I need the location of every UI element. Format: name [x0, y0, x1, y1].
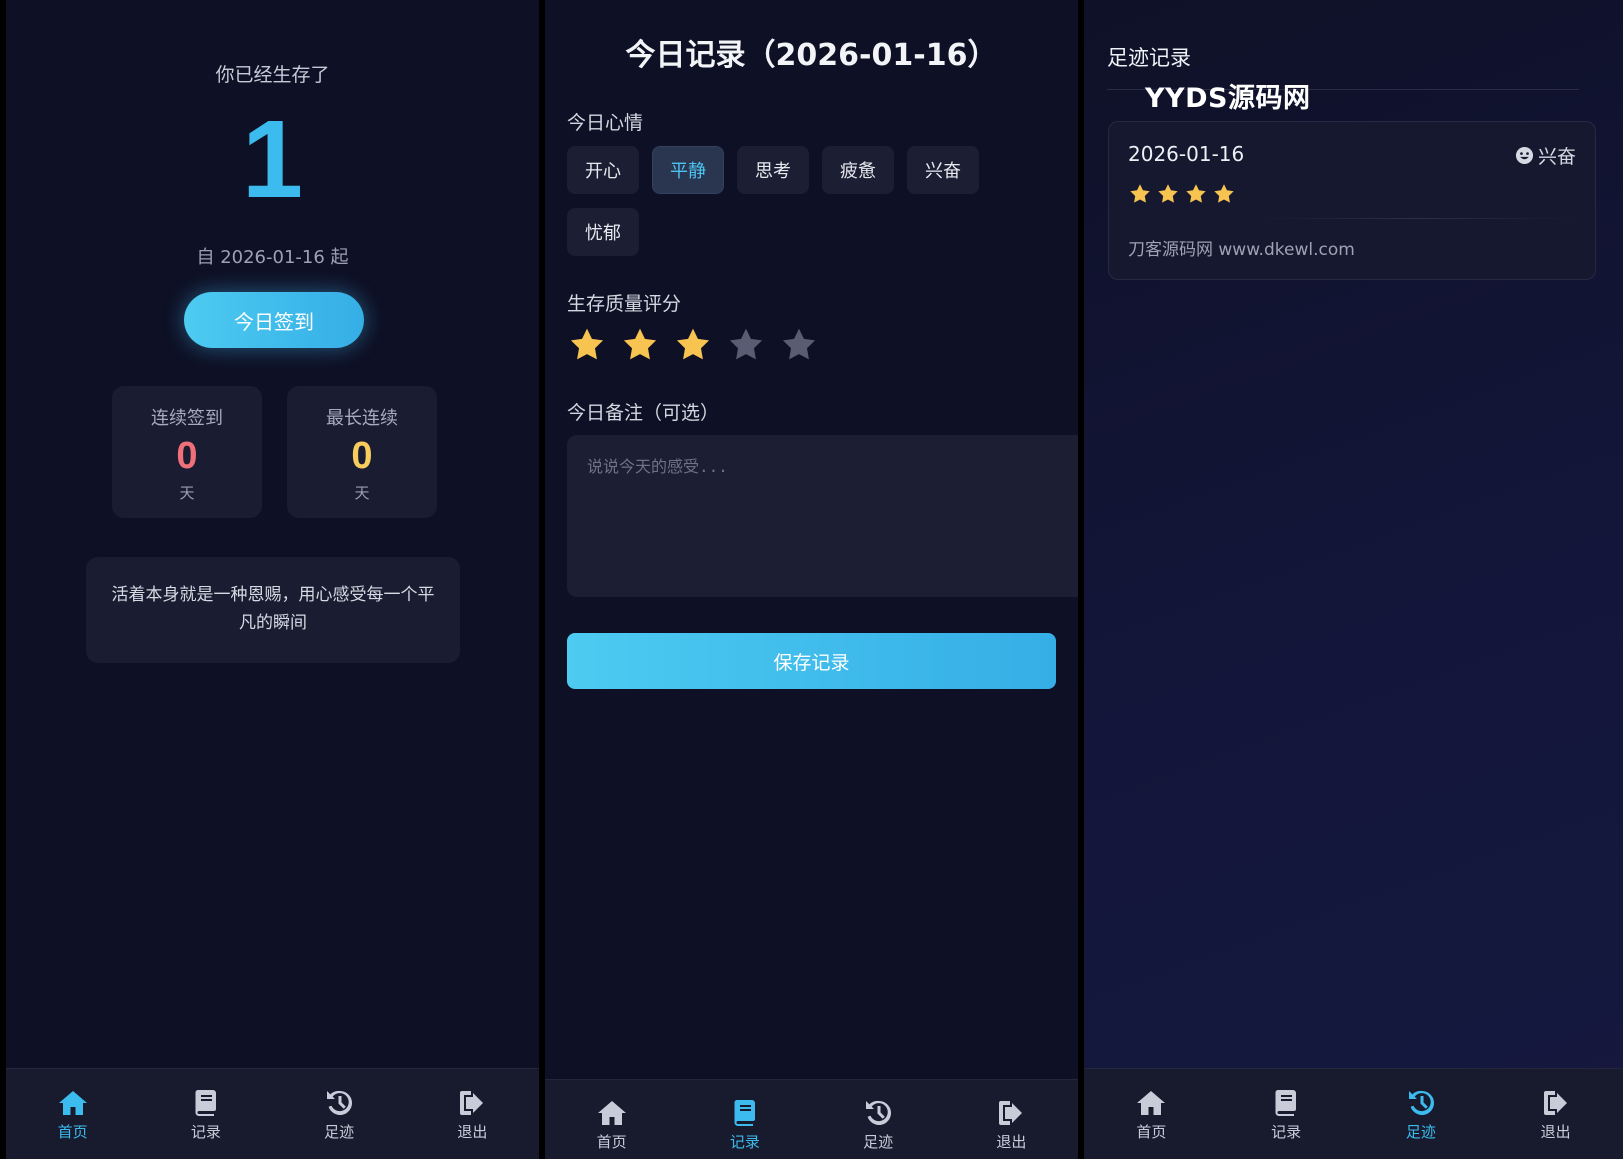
- nav-item-footprints[interactable]: 足迹: [1354, 1069, 1489, 1159]
- star-filled-icon[interactable]: [673, 325, 713, 365]
- nav-item-record[interactable]: 记录: [1219, 1069, 1354, 1159]
- nav-item-home[interactable]: 首页: [545, 1080, 678, 1159]
- longest-streak-unit: 天: [354, 483, 370, 502]
- book-icon: [195, 1090, 216, 1116]
- history-icon: [866, 1100, 892, 1125]
- page-title: 足迹记录: [1107, 46, 1191, 70]
- star-filled-icon: [1186, 184, 1206, 203]
- bottom-nav: 首页 记录 足迹 退出: [545, 1079, 1078, 1159]
- mood-option[interactable]: 平静: [652, 146, 724, 194]
- home-screen: 你已经生存了 1 自 2026-01-16 起 今日签到 连续签到 0 天 最长…: [6, 0, 539, 1159]
- nav-item-label: 退出: [457, 1123, 488, 1141]
- watermark-text: YYDS源码网: [1145, 83, 1311, 114]
- mood-option[interactable]: 疲惫: [822, 146, 894, 194]
- star-filled-icon: [1130, 184, 1150, 203]
- since-date: 自 2026-01-16 起: [196, 247, 349, 268]
- entry-mood-label: 兴奋: [1537, 146, 1576, 168]
- entry-rating-stars: [1128, 182, 1240, 206]
- survival-days-count: 1: [241, 98, 304, 221]
- rating-stars: [567, 325, 832, 365]
- home-icon: [597, 1101, 626, 1125]
- page-title: 今日记录（2026-01-16）: [625, 38, 998, 73]
- nav-item-label: 首页: [1136, 1123, 1167, 1141]
- nav-item-label: 退出: [1540, 1123, 1571, 1141]
- longest-streak-card: 最长连续 0 天: [287, 386, 437, 518]
- nav-item-logout[interactable]: 退出: [406, 1069, 539, 1159]
- checkin-button[interactable]: 今日签到: [184, 292, 364, 348]
- note-section-label: 今日备注（可选）: [567, 402, 720, 424]
- nav-item-logout[interactable]: 退出: [945, 1080, 1078, 1159]
- mood-options: 开心 平静 思考 疲惫 兴奋忧郁: [567, 146, 997, 270]
- rating-section-label: 生存质量评分: [567, 293, 682, 315]
- star-empty-icon[interactable]: [726, 325, 766, 365]
- logout-icon: [1543, 1091, 1567, 1115]
- star-empty-icon[interactable]: [779, 325, 819, 365]
- footprints-screen: 足迹记录 YYDS源码网 2026-01-16 兴奋 刀客源码网 www.dke…: [1084, 0, 1623, 1159]
- nav-item-label: 首页: [596, 1133, 627, 1151]
- mood-section-label: 今日心情: [567, 112, 644, 134]
- nav-item-home[interactable]: 首页: [6, 1069, 139, 1159]
- nav-item-record[interactable]: 记录: [678, 1080, 811, 1159]
- star-filled-icon: [1158, 184, 1178, 203]
- star-filled-icon[interactable]: [620, 325, 660, 365]
- quote-card: 活着本身就是一种恩赐，用心感受每一个平凡的瞬间: [86, 557, 460, 663]
- logout-icon: [999, 1101, 1023, 1125]
- bottom-nav: 首页 记录 足迹 退出: [1084, 1068, 1623, 1159]
- bottom-nav: 首页 记录 足迹 退出: [6, 1068, 539, 1159]
- survive-label: 你已经生存了: [215, 64, 330, 86]
- logout-icon: [460, 1091, 484, 1115]
- entry-mood: 兴奋: [1515, 142, 1576, 169]
- home-icon: [58, 1091, 87, 1115]
- nav-item-label: 记录: [1271, 1123, 1302, 1141]
- save-record-button[interactable]: 保存记录: [567, 633, 1056, 689]
- nav-item-footprints[interactable]: 足迹: [812, 1080, 945, 1159]
- nav-item-home[interactable]: 首页: [1084, 1069, 1219, 1159]
- nav-item-label: 记录: [190, 1123, 221, 1141]
- smile-icon: [1515, 146, 1534, 165]
- entry-date: 2026-01-16: [1128, 142, 1245, 166]
- continuous-checkin-unit: 天: [179, 483, 195, 502]
- book-icon: [1275, 1090, 1297, 1116]
- longest-streak-value: 0: [351, 435, 373, 477]
- nav-item-record[interactable]: 记录: [139, 1069, 272, 1159]
- nav-item-label: 足迹: [324, 1123, 355, 1141]
- mood-option[interactable]: 忧郁: [567, 208, 639, 256]
- footprint-entry-card[interactable]: 2026-01-16 兴奋 刀客源码网 www.dkewl.com: [1108, 121, 1596, 280]
- nav-item-label: 退出: [996, 1133, 1027, 1151]
- star-filled-icon: [1214, 184, 1234, 203]
- entry-note: 刀客源码网 www.dkewl.com: [1128, 240, 1355, 260]
- continuous-checkin-value: 0: [176, 435, 198, 477]
- continuous-checkin-card: 连续签到 0 天: [112, 386, 262, 518]
- nav-item-label: 足迹: [863, 1133, 894, 1151]
- mood-option[interactable]: 开心: [567, 146, 639, 194]
- record-screen: 今日记录（2026-01-16） 今日心情 开心 平静 思考 疲惫 兴奋忧郁 生存质量评…: [545, 0, 1078, 1159]
- nav-item-label: 记录: [729, 1133, 760, 1151]
- home-icon: [1137, 1091, 1166, 1115]
- nav-item-label: 首页: [57, 1123, 88, 1141]
- entry-divider: [1257, 218, 1577, 219]
- history-icon: [327, 1090, 353, 1115]
- star-filled-icon[interactable]: [567, 325, 607, 365]
- nav-item-label: 足迹: [1405, 1123, 1436, 1141]
- note-textarea[interactable]: [567, 435, 1078, 597]
- continuous-checkin-label: 连续签到: [151, 408, 223, 429]
- history-icon: [1408, 1090, 1434, 1115]
- mood-option[interactable]: 兴奋: [907, 146, 979, 194]
- nav-item-footprints[interactable]: 足迹: [273, 1069, 406, 1159]
- book-icon: [734, 1100, 755, 1126]
- mood-option[interactable]: 思考: [737, 146, 809, 194]
- longest-streak-label: 最长连续: [326, 408, 398, 429]
- nav-item-logout[interactable]: 退出: [1488, 1069, 1623, 1159]
